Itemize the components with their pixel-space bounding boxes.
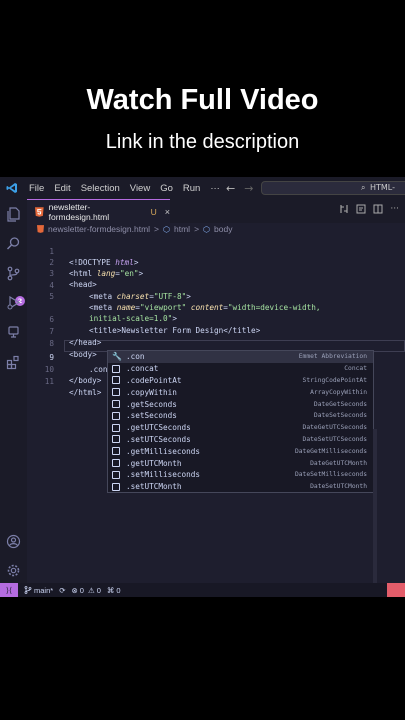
promo-subtitle: Link in the description [105,131,300,153]
menu-more[interactable]: ··· [205,183,225,194]
suggest-widget: 🔧 .con Emmet Abbreviation .concat Concat… [107,350,374,493]
ports-count: 0 [116,585,121,595]
run-debug-icon[interactable] [4,293,22,311]
wrench-icon: 🔧 [112,351,122,361]
antenna-icon: ⌘ [106,585,115,595]
code-line-wrapped: initial-scale=1.0"> [89,314,177,323]
snippet-icon [112,459,120,468]
command-center[interactable]: ⌕ HTML- [261,181,405,195]
menu-edit[interactable]: Edit [49,183,75,194]
code-line: 5 <meta name="viewport" content="width=d… [27,280,405,312]
element-icon: ⬡ [163,224,170,234]
remote-explorer-icon[interactable] [4,323,22,341]
open-preview-icon[interactable] [356,204,366,214]
nav-forward-icon[interactable]: → [244,182,253,195]
vscode-window: File Edit Selection View Go Run ··· ← → … [0,177,405,597]
breadcrumb-body[interactable]: body [214,224,232,234]
snippet-icon [112,482,120,491]
html5-icon [35,206,44,217]
status-bar: ⟩⟨ main* ⟳ ⊗ 0 ⚠ 0 ⌘ 0 [0,583,405,597]
close-icon[interactable]: × [165,207,170,217]
breadcrumb-separator: > [154,224,160,234]
suggestion-item[interactable]: .codePointAt StringCodePointAt [108,375,373,387]
search-icon: ⌕ [361,183,366,192]
problems-indicator[interactable]: ⊗ 0 ⚠ 0 [71,586,100,595]
editor-scrollbar[interactable] [373,429,377,597]
snippet-icon [112,447,120,456]
promo-title: Watch Full Video [86,84,319,116]
code-line: 3 <head> [27,257,405,289]
snippet-icon [112,364,120,373]
source-control-icon[interactable] [4,264,22,282]
suggestion-item[interactable]: .getUTCSeconds DateGetUTCSeconds [108,422,373,434]
warning-icon: ⚠ [87,585,95,595]
snippet-icon [112,470,120,479]
menu-view[interactable]: View [125,183,155,194]
compare-icon[interactable] [339,204,349,214]
snippet-icon [112,388,120,397]
menu-run[interactable]: Run [178,183,205,194]
tab-newsletter-formdesign[interactable]: newsletter-formdesign.html U × [27,199,170,223]
breadcrumb-file[interactable]: newsletter-formdesign.html [48,224,150,234]
sync-icon[interactable]: ⟳ [59,586,65,595]
suggestion-item[interactable]: .getUTCMonth DateGetUTCMonth [108,457,373,469]
code-line: 4 <meta charset="UTF-8"> [27,269,405,301]
branch-indicator[interactable]: main* [24,586,53,595]
breadcrumb-html[interactable]: html [174,224,190,234]
remote-indicator-icon[interactable]: ⟩⟨ [0,583,18,597]
suggestion-item[interactable]: .setMilliseconds DateSetMilliseconds [108,469,373,481]
snippet-icon [112,423,120,432]
code-line: 1 <!DOCTYPE html> [27,235,405,267]
more-actions-icon[interactable]: ··· [390,204,399,214]
html5-icon [37,225,44,233]
snippet-icon [112,400,120,409]
title-bar: File Edit Selection View Go Run ··· ← → … [0,177,405,199]
code-line: 2 <html lang="en"> [27,246,405,278]
suggestion-item[interactable]: .setUTCMonth DateSetUTCMonth [108,481,373,493]
suggestion-item[interactable]: .getMilliseconds DateGetMilliseconds [108,445,373,457]
snippet-icon [112,435,120,444]
suggestion-item[interactable]: 🔧 .con Emmet Abbreviation [108,351,373,363]
warning-count: 0 [96,585,101,595]
suggestion-item[interactable]: .setSeconds DateSetSeconds [108,410,373,422]
suggestion-item[interactable]: .copyWithin ArrayCopyWithin [108,386,373,398]
search-icon[interactable] [4,234,22,252]
line-number: 11 [44,377,54,386]
branch-icon [24,586,32,594]
code-line: 8 <body> [27,327,405,359]
command-center-label: HTML- [370,183,396,192]
split-editor-icon[interactable] [373,204,383,214]
code-line: 7 </head> [27,315,405,347]
breadcrumb-separator: > [194,224,200,234]
element-icon: ⬡ [203,224,211,234]
menu-go[interactable]: Go [155,183,178,194]
tab-bar: newsletter-formdesign.html U × ··· [27,199,405,223]
menu-file[interactable]: File [24,183,49,194]
error-icon: ⊗ [71,585,78,595]
breadcrumb: newsletter-formdesign.html > ⬡ html > ⬡ … [27,223,232,235]
suggestion-item[interactable]: .concat Concat [108,363,373,375]
snippet-icon [112,376,120,385]
snippet-icon [112,411,120,420]
error-count: 0 [79,585,84,595]
tab-label: newsletter-formdesign.html [48,201,110,222]
vscode-logo-icon [0,177,24,199]
menu-selection[interactable]: Selection [76,183,125,194]
extensions-icon[interactable] [4,353,22,371]
account-icon[interactable] [4,532,22,550]
nav-back-icon[interactable]: ← [226,182,235,195]
activity-bar: 2 [0,199,27,583]
suggestion-item[interactable]: .getSeconds DateGetSeconds [108,398,373,410]
tab-untracked-status: U [150,206,157,217]
suggestion-item[interactable]: .setUTCSeconds DateSetUTCSeconds [108,434,373,446]
bell-icon[interactable] [387,583,405,597]
gear-icon[interactable] [4,561,22,579]
ports-indicator[interactable]: ⌘ 0 [107,586,121,595]
branch-name: main* [34,585,54,595]
explorer-icon[interactable] [4,205,22,223]
code-line: 6 <title>Newsletter Form Design</title> [27,303,405,335]
